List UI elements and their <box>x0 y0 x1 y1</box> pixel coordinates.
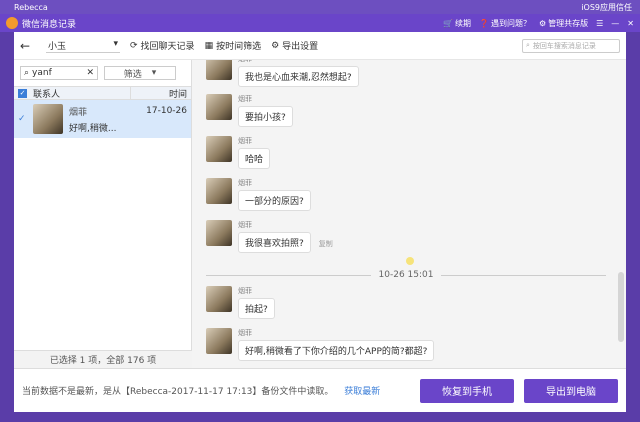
chat-panel: 烟菲我也是心血来潮,忍然想起? 烟菲要拍小孩? 烟菲哈哈 烟菲一部分的原因? 烟… <box>192 60 626 368</box>
col-time: 时间 <box>168 89 187 100</box>
avatar <box>206 60 232 80</box>
contact-preview: 好啊,稍微... <box>69 123 117 134</box>
scrollbar-thumb[interactable] <box>618 272 624 342</box>
contact-name: 烟菲 <box>69 107 88 118</box>
message-bubble[interactable]: 拍起? <box>238 298 275 319</box>
chat-message: 烟菲 拍起? <box>206 286 275 319</box>
chat-message: 烟菲 哈哈 <box>206 136 271 169</box>
data-source-info: 当前数据不是最新，是从【Rebecca-2017-11-17 17:13】备份文… <box>22 387 334 397</box>
row-checkbox[interactable]: ✓ <box>18 114 27 124</box>
chat-message: 烟菲 要拍小孩? <box>206 94 293 127</box>
contact-search-input[interactable]: ⌕ yanf ✕ <box>20 66 98 80</box>
main-window: ← 小玉 ▾ ⟳ 找回聊天记录 ▦ 按时间筛选 ⚙ 导出设置 ⌕ 按回车搜索消息记录 ⌕ y… <box>14 32 626 412</box>
chat-message: 烟菲 我很喜欢拍照? 复制 <box>206 220 333 253</box>
select-all-checkbox[interactable]: ✓ <box>18 88 27 98</box>
cart-icon: 🛒 <box>443 18 453 28</box>
toolbar: ← 小玉 ▾ ⟳ 找回聊天记录 ▦ 按时间筛选 ⚙ 导出设置 ⌕ 按回车搜索消息记录 <box>14 32 626 60</box>
manage-button[interactable]: ⚙ 管理共存版 <box>539 18 588 29</box>
export-to-computer-button[interactable]: 导出到电脑 <box>524 378 618 403</box>
search-icon: ⌕ <box>24 68 30 78</box>
time-divider: 10-26 15:01 <box>206 270 607 280</box>
contact-panel: ⌕ yanf ✕ 筛选 ▾ ✓ 联系人 时间 ✓ 烟菲 好啊,稍微... 17-10-… <box>14 60 192 368</box>
chat-scrollbar[interactable] <box>618 62 624 362</box>
chat-message: 烟菲 好啊,稍微看了下你介绍的几个APP的简?都超? <box>206 328 435 361</box>
contact-select[interactable]: 小玉 ▾ <box>46 39 120 53</box>
avatar <box>206 94 232 120</box>
app-titlebar: 微信消息记录 🛒 续期 ❓ 遇到问题？ ⚙ 管理共存版 ☰ — ✕ <box>0 14 640 32</box>
help-icon: ❓ <box>478 18 489 28</box>
retrieve-records-button[interactable]: ⟳ 找回聊天记录 <box>130 39 195 53</box>
restore-to-phone-button[interactable]: 恢复到手机 <box>420 378 514 403</box>
menu-icon[interactable]: ☰ <box>596 19 603 28</box>
avatar <box>206 220 232 246</box>
back-arrow-icon[interactable]: ← <box>20 39 36 53</box>
minimize-icon[interactable]: — <box>611 19 619 28</box>
chat-message: 烟菲我也是心血来潮,忍然想起? <box>206 60 359 87</box>
refresh-link[interactable]: 获取最新 <box>344 387 380 397</box>
chevron-down-icon: ▾ <box>113 38 118 49</box>
bottom-bar: 当前数据不是最新，是从【Rebecca-2017-11-17 17:13】备份文… <box>14 368 626 412</box>
ios-trust-label[interactable]: iOS9应用信任 <box>581 2 632 13</box>
divider-time: 10-26 15:01 <box>378 270 434 280</box>
avatar <box>206 178 232 204</box>
close-icon[interactable]: ✕ <box>627 19 634 28</box>
app-logo-icon <box>6 17 18 29</box>
filter-dropdown[interactable]: 筛选 ▾ <box>104 66 176 80</box>
app-title: 微信消息记录 <box>22 19 77 30</box>
chevron-down-icon: ▾ <box>151 68 157 78</box>
avatar <box>206 328 232 354</box>
clear-icon[interactable]: ✕ <box>86 68 94 78</box>
chat-message: 烟菲 一部分的原因? <box>206 178 311 211</box>
avatar <box>206 286 232 312</box>
search-icon: ⌕ <box>526 41 530 49</box>
message-bubble[interactable]: 我也是心血来潮,忍然想起? <box>238 66 359 87</box>
contact-table-header: ✓ 联系人 时间 <box>14 86 191 100</box>
renew-button[interactable]: 🛒 续期 <box>443 18 471 29</box>
message-search-input[interactable]: ⌕ 按回车搜索消息记录 <box>522 38 620 53</box>
filter-row: ⌕ yanf ✕ 筛选 ▾ <box>14 60 191 86</box>
message-bubble[interactable]: 要拍小孩? <box>238 106 293 127</box>
selection-count: 已选择 1 项，全部 176 项 <box>14 350 192 368</box>
message-bubble[interactable]: 一部分的原因? <box>238 190 311 211</box>
mac-app-name: Rebecca <box>14 2 48 12</box>
time-filter-button[interactable]: ▦ 按时间筛选 <box>204 39 262 53</box>
refresh-icon: ⟳ <box>130 40 138 51</box>
help-button[interactable]: ❓ 遇到问题？ <box>479 18 531 29</box>
contact-time: 17-10-26 <box>146 106 187 116</box>
mac-menu-bar: Rebecca iOS9应用信任 <box>0 0 640 14</box>
message-bubble[interactable]: 好啊,稍微看了下你介绍的几个APP的简?都超? <box>238 340 435 361</box>
cursor-dot <box>406 257 414 265</box>
avatar <box>206 136 232 162</box>
export-settings-button[interactable]: ⚙ 导出设置 <box>271 39 318 53</box>
contact-row[interactable]: ✓ 烟菲 好啊,稍微... 17-10-26 <box>14 100 191 138</box>
manage-icon: ⚙ <box>538 18 547 28</box>
message-bubble[interactable]: 我很喜欢拍照? <box>238 232 311 253</box>
copy-link[interactable]: 复制 <box>319 240 333 248</box>
calendar-icon: ▦ <box>204 40 214 51</box>
avatar <box>33 104 63 134</box>
message-bubble[interactable]: 哈哈 <box>238 148 271 169</box>
col-contact: 联系人 <box>27 86 131 100</box>
gear-icon: ⚙ <box>271 40 280 51</box>
